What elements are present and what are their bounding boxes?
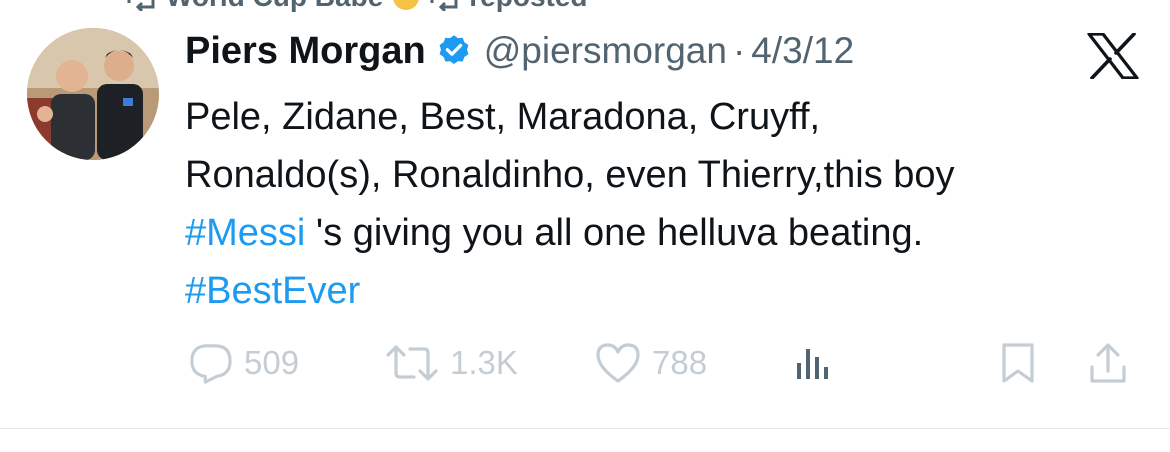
repost-icon bbox=[429, 0, 459, 13]
action-bar: 509 1.3K 788 bbox=[188, 338, 1138, 388]
reply-icon bbox=[190, 344, 232, 384]
repost-count: 1.3K bbox=[450, 344, 518, 381]
tweet-header: Piers Morgan @piersmorgan · 4/3/12 bbox=[185, 26, 854, 76]
repost-icon bbox=[126, 0, 156, 13]
x-logo-icon bbox=[1087, 32, 1139, 80]
verified-badge-icon[interactable] bbox=[436, 33, 472, 69]
tweet-date[interactable]: 4/3/12 bbox=[751, 30, 854, 72]
repost-label: reposted bbox=[469, 0, 587, 13]
heart-icon bbox=[596, 343, 640, 383]
tweet-card[interactable]: World Cup Babe reposted Piers Morgan bbox=[0, 0, 1170, 452]
tweet-text-line: #Messi 's giving you all one helluva bea… bbox=[185, 204, 1145, 262]
like-button[interactable]: 788 bbox=[594, 338, 707, 388]
separator-dot: · bbox=[732, 30, 746, 71]
share-button[interactable] bbox=[1086, 338, 1130, 388]
tweet-text: Pele, Zidane, Best, Maradona, Cruyff, Ro… bbox=[185, 88, 1145, 320]
bookmark-button[interactable] bbox=[998, 338, 1038, 388]
like-count: 788 bbox=[652, 344, 708, 381]
share-icon bbox=[1090, 343, 1126, 383]
views-chart-icon bbox=[797, 349, 828, 379]
tweet-text-line: Ronaldo(s), Ronaldinho, even Thierry,thi… bbox=[185, 154, 955, 196]
avatar[interactable] bbox=[27, 28, 159, 160]
hashtag-link[interactable]: #BestEver bbox=[185, 270, 360, 312]
crown-emoji-icon bbox=[393, 0, 420, 10]
hashtag-link[interactable]: #Messi bbox=[185, 212, 305, 254]
user-handle[interactable]: @piersmorgan bbox=[484, 30, 727, 72]
tweet-text-line: #BestEver bbox=[185, 262, 1145, 320]
reposter-name[interactable]: World Cup Babe bbox=[166, 0, 383, 13]
repost-button[interactable]: 1.3K bbox=[384, 338, 518, 388]
divider bbox=[0, 428, 1170, 429]
views-button[interactable] bbox=[794, 338, 834, 388]
tweet-text-line: Pele, Zidane, Best, Maradona, Cruyff, bbox=[185, 96, 821, 138]
repost-icon bbox=[386, 345, 438, 381]
display-name[interactable]: Piers Morgan bbox=[185, 30, 426, 73]
bookmark-icon bbox=[1002, 343, 1034, 383]
reply-button[interactable]: 509 bbox=[188, 338, 299, 388]
repost-context: World Cup Babe reposted bbox=[126, 0, 588, 13]
tweet-text-fragment: 's giving you all one helluva beating. bbox=[305, 212, 924, 254]
reply-count: 509 bbox=[244, 344, 300, 381]
